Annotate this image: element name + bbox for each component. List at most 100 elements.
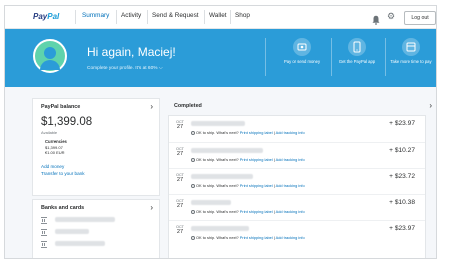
transaction-date: OCT 27 (175, 225, 185, 235)
nav-wallet[interactable]: Wallet (209, 12, 227, 19)
ok-to-ship-text: OK to ship. What's next? (196, 209, 239, 214)
ok-to-ship-text: OK to ship. What's next? (196, 157, 239, 162)
transaction-actions: OK to ship. What's next? Print shipping … (191, 157, 305, 162)
blurred-text (191, 174, 253, 179)
completed-activity: Completed › OCT 27 + $23.97 OK to ship. W… (168, 98, 434, 258)
chevron-right-icon[interactable]: › (150, 203, 153, 212)
date-day: 27 (176, 151, 184, 157)
take-more-time-button[interactable]: Take more time to pay (390, 38, 432, 64)
nav-shop[interactable]: Shop (235, 12, 250, 19)
bank-item[interactable] (41, 229, 151, 236)
banks-cards-card: Banks and cards › (32, 199, 160, 258)
logout-button[interactable]: Log out (404, 11, 436, 25)
calendar-icon (402, 38, 420, 56)
transaction-actions: OK to ship. What's next? Print shipping … (191, 183, 305, 188)
browser-frame: PayPal Summary Activity Send & Request W… (4, 5, 437, 259)
balance-card-title[interactable]: PayPal balance (41, 104, 80, 110)
date-day: 27 (176, 203, 184, 209)
bank-icon (41, 241, 47, 248)
transaction-row[interactable]: OCT 27 + $23.97 OK to ship. What's next? … (169, 220, 425, 245)
ok-to-ship-icon (191, 184, 195, 188)
add-tracking-link[interactable]: Add tracking info (276, 157, 305, 162)
transaction-date: OCT 27 (175, 199, 185, 209)
avatar[interactable] (33, 39, 67, 73)
ok-to-ship-icon (191, 210, 195, 214)
ok-to-ship-icon (191, 158, 195, 162)
avatar-head (44, 47, 56, 59)
transaction-actions: OK to ship. What's next? Print shipping … (191, 209, 305, 214)
send-money-icon (293, 38, 311, 56)
profile-completion-link[interactable]: Complete your profile. It's at 60% ⌵ (87, 65, 162, 71)
action-divider (331, 38, 332, 76)
logo-part-pal: Pal (47, 12, 60, 21)
pay-or-send-money-button[interactable]: Pay or send money (281, 38, 323, 64)
action-label: Take more time to pay (390, 59, 432, 64)
nav-divider (147, 10, 148, 24)
add-tracking-link[interactable]: Add tracking info (276, 183, 305, 188)
add-tracking-link[interactable]: Add tracking info (276, 235, 305, 240)
greeting: Hi again, Maciej! (87, 45, 176, 59)
link-separator: | (273, 130, 275, 135)
transaction-row[interactable]: OCT 27 + $10.38 OK to ship. What's next? … (169, 194, 425, 219)
nav-divider (204, 10, 205, 24)
bell-icon[interactable] (372, 12, 380, 30)
link-separator: | (273, 209, 275, 214)
nav-divider (116, 10, 117, 24)
transaction-date: OCT 27 (175, 173, 185, 183)
gear-icon[interactable]: ⚙ (387, 11, 395, 22)
date-day: 27 (176, 229, 184, 235)
nav-activity[interactable]: Activity (121, 12, 141, 19)
ok-to-ship-icon (191, 131, 195, 135)
add-tracking-link[interactable]: Add tracking info (276, 209, 305, 214)
blurred-text (55, 241, 105, 246)
balance-card: PayPal balance › $1,399.08 Available Cur… (32, 98, 160, 196)
print-shipping-label-link[interactable]: Print shipping label (240, 130, 273, 135)
link-separator: | (273, 235, 275, 240)
link-separator: | (273, 157, 275, 162)
print-shipping-label-link[interactable]: Print shipping label (240, 157, 273, 162)
transaction-amount: + $23.97 (389, 120, 415, 127)
logo-part-pay: Pay (33, 12, 48, 21)
transaction-row[interactable]: OCT 27 + $10.27 OK to ship. What's next? … (169, 142, 425, 167)
link-separator: | (273, 183, 275, 188)
transaction-amount: + $23.72 (389, 173, 415, 180)
transaction-row[interactable]: OCT 27 + $23.97 OK to ship. What's next? … (169, 116, 425, 140)
chevron-right-icon[interactable]: › (429, 101, 432, 110)
print-shipping-label-link[interactable]: Print shipping label (240, 183, 273, 188)
bank-icon (41, 229, 47, 236)
bank-item[interactable] (41, 217, 151, 224)
action-divider (265, 38, 266, 76)
ok-to-ship-icon (191, 236, 195, 240)
transaction-row[interactable]: OCT 27 + $23.72 OK to ship. What's next? … (169, 168, 425, 193)
nav-summary[interactable]: Summary (82, 12, 109, 19)
nav-send-request[interactable]: Send & Request (152, 12, 199, 19)
action-label: Pay or send money (283, 59, 321, 64)
completed-title: Completed (174, 103, 202, 109)
get-paypal-app-button[interactable]: Get the PayPal app (336, 38, 378, 64)
action-divider (385, 38, 386, 76)
print-shipping-label-link[interactable]: Print shipping label (240, 235, 273, 240)
bank-item[interactable] (41, 241, 151, 248)
mobile-app-icon (348, 38, 366, 56)
transaction-date: OCT 27 (175, 120, 185, 130)
blurred-text (191, 148, 263, 153)
ok-to-ship-text: OK to ship. What's next? (196, 235, 239, 240)
transaction-date: OCT 27 (175, 147, 185, 157)
transfer-to-bank-link[interactable]: Transfer to your bank (41, 171, 85, 176)
paypal-logo[interactable]: PayPal (33, 12, 59, 21)
nav-divider (75, 10, 76, 24)
banks-cards-title[interactable]: Banks and cards (41, 205, 84, 211)
chevron-right-icon[interactable]: › (150, 102, 153, 111)
add-tracking-link[interactable]: Add tracking info (276, 130, 305, 135)
currencies-title: Currencies (45, 139, 67, 144)
blurred-text (191, 226, 249, 231)
add-money-link[interactable]: Add money (41, 164, 64, 169)
print-shipping-label-link[interactable]: Print shipping label (240, 209, 273, 214)
transaction-list: OCT 27 + $23.97 OK to ship. What's next? … (168, 115, 426, 258)
transaction-actions: OK to ship. What's next? Print shipping … (191, 130, 305, 135)
transaction-amount: + $23.97 (389, 225, 415, 232)
avatar-body (40, 60, 60, 70)
ok-to-ship-text: OK to ship. What's next? (196, 183, 239, 188)
top-nav: PayPal Summary Activity Send & Request W… (5, 6, 436, 29)
action-label: Get the PayPal app (338, 59, 376, 64)
